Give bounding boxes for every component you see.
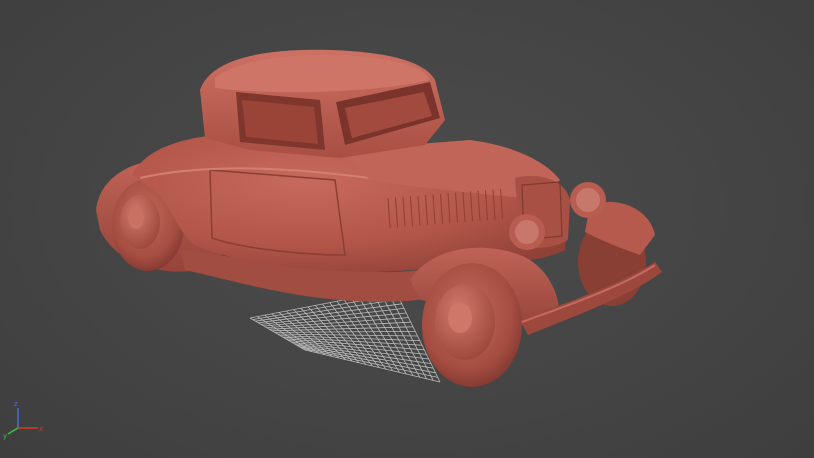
3d-viewport[interactable]: z x y	[0, 0, 814, 458]
car-cabin	[200, 49, 445, 158]
view-axis-gizmo-icon: z x y	[3, 400, 43, 440]
svg-text:x: x	[39, 425, 43, 433]
scene-canvas[interactable]: z x y	[0, 0, 814, 458]
svg-text:z: z	[14, 400, 18, 408]
ground-grid	[249, 289, 441, 383]
svg-text:y: y	[3, 432, 7, 440]
